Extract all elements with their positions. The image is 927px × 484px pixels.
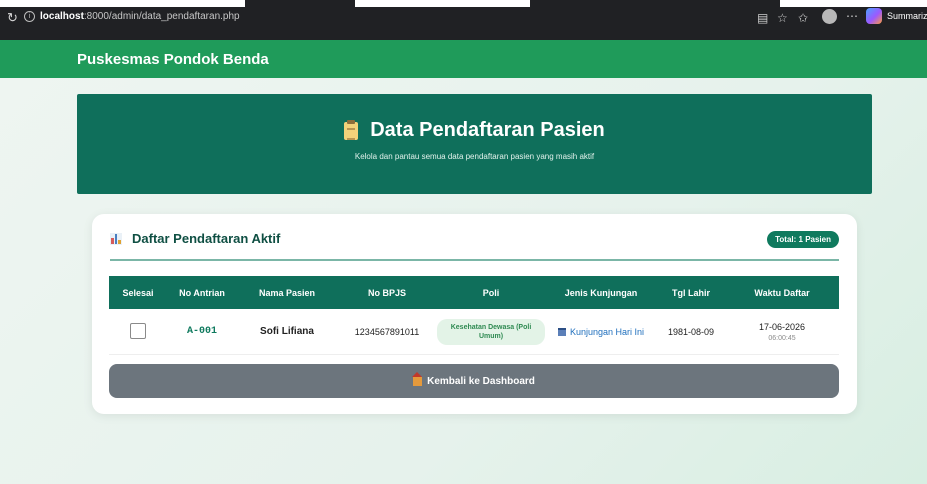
column-header-nama-pasien: Nama Pasien xyxy=(258,287,316,298)
tab-strip xyxy=(0,0,927,7)
column-header-waktu-daftar: Waktu Daftar xyxy=(754,287,810,298)
browser-toolbar: ↻ i localhost:8000/admin/data_pendaftara… xyxy=(0,0,927,40)
card-divider xyxy=(110,259,839,261)
column-header-no-antrian: No Antrian xyxy=(179,287,225,298)
reading-mode-icon[interactable]: ▤ xyxy=(757,11,768,25)
browser-tab[interactable] xyxy=(245,0,355,7)
waktu-daftar-date: 17-06-2026 xyxy=(758,321,806,332)
extension-label: Summariz xyxy=(887,11,927,21)
bar-chart-icon xyxy=(110,232,122,245)
no-antrian-cell: A-001 xyxy=(186,326,217,337)
column-header-no-bpjs: No BPJS xyxy=(367,287,406,298)
waktu-daftar-cell: 17-06-2026 06:00:45 xyxy=(725,322,839,342)
page-title-text: Data Pendaftaran Pasien xyxy=(370,119,605,141)
more-menu-icon[interactable]: ⋯ xyxy=(846,9,858,23)
house-icon xyxy=(412,371,423,386)
table-header: Selesai No Antrian Nama Pasien No BPJS P… xyxy=(109,276,839,309)
jenis-kunjungan-cell: Kunjungan Hari Ini xyxy=(545,326,657,338)
tgl-lahir-cell: 1981-08-09 xyxy=(667,326,715,337)
back-button-label: Kembali ke Dashboard xyxy=(427,375,535,387)
column-header-tgl-lahir: Tgl Lahir xyxy=(672,287,710,298)
column-header-jenis-kunjungan: Jenis Kunjungan xyxy=(564,287,638,298)
column-header-poli: Poli xyxy=(482,287,500,298)
jenis-kunjungan-text: Kunjungan Hari Ini xyxy=(569,326,645,337)
calendar-icon xyxy=(557,327,566,336)
total-badge: Total: 1 Pasien xyxy=(767,231,839,248)
star-icon[interactable]: ☆ xyxy=(777,11,788,25)
browser-tab[interactable] xyxy=(530,0,780,7)
poli-badge: Kesehatan Dewasa (Poli Umum) xyxy=(437,318,545,345)
back-to-dashboard-button[interactable]: Kembali ke Dashboard xyxy=(109,364,839,398)
profile-avatar[interactable] xyxy=(822,9,837,24)
copilot-logo-icon xyxy=(866,8,882,24)
nama-pasien-cell: Sofi Lifiana xyxy=(260,326,314,337)
url-path: :8000/admin/data_pendaftaran.php xyxy=(83,11,240,22)
address-bar[interactable]: i localhost:8000/admin/data_pendaftaran.… xyxy=(24,11,240,22)
poli-cell: Kesehatan Dewasa (Poli Umum) xyxy=(437,318,545,345)
selesai-checkbox[interactable] xyxy=(130,322,146,339)
summarize-extension[interactable]: Summariz xyxy=(866,8,927,24)
page-title: Data Pendaftaran Pasien xyxy=(77,119,872,142)
registration-table: Selesai No Antrian Nama Pasien No BPJS P… xyxy=(109,276,839,355)
reload-icon[interactable]: ↻ xyxy=(7,11,18,25)
selesai-cell xyxy=(109,322,167,341)
page-subtitle: Kelola dan pantau semua data pendaftaran… xyxy=(354,152,595,161)
favorites-icon[interactable]: ✩ xyxy=(798,11,808,25)
app-navbar: Puskesmas Pondok Benda xyxy=(0,40,927,78)
brand-title[interactable]: Puskesmas Pondok Benda xyxy=(77,51,269,68)
table-row: A-001 Sofi Lifiana 1234567891011 Kesehat… xyxy=(109,309,839,355)
waktu-daftar-time: 06:00:45 xyxy=(768,334,796,342)
url-host: localhost xyxy=(40,11,84,22)
card-header: Daftar Pendaftaran Aktif xyxy=(110,231,280,246)
site-info-icon[interactable]: i xyxy=(24,11,35,22)
clipboard-icon xyxy=(344,119,359,140)
column-header-selesai: Selesai xyxy=(122,287,154,298)
page-header-banner: Data Pendaftaran Pasien Kelola dan panta… xyxy=(77,94,872,194)
card-title: Daftar Pendaftaran Aktif xyxy=(132,231,281,246)
no-bpjs-cell: 1234567891011 xyxy=(354,326,420,337)
registration-card: Daftar Pendaftaran Aktif Total: 1 Pasien… xyxy=(92,214,857,414)
